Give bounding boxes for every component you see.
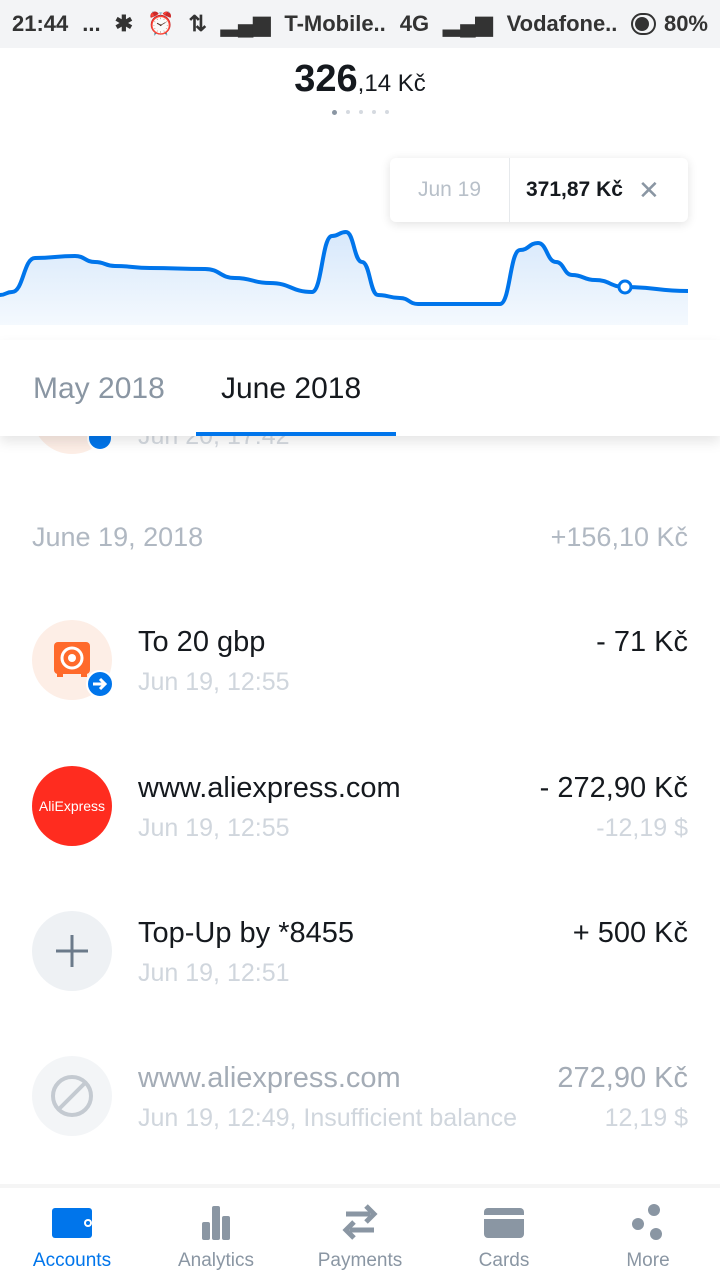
- transaction-subtitle: Jun 19, 12:49, Insufficient balance: [138, 1104, 517, 1132]
- safe-icon: [32, 620, 114, 700]
- transaction-amount-secondary: 12,19 $: [604, 1104, 688, 1132]
- nav-payments[interactable]: Payments: [288, 1188, 432, 1280]
- nav-accounts[interactable]: Accounts: [0, 1188, 144, 1280]
- active-tab-indicator: [196, 432, 396, 436]
- aliexpress-logo: AliExpress: [32, 766, 112, 846]
- carrier-2: Vodafone..: [506, 11, 618, 36]
- transaction-title: Top-Up by *8455: [138, 917, 355, 949]
- transaction-row[interactable]: AliExpress www.aliexpress.com Jun 19, 12…: [0, 766, 720, 876]
- battery-level: 80%: [663, 11, 708, 36]
- carrier-1: T-Mobile..: [284, 11, 386, 36]
- page-dot[interactable]: [358, 110, 363, 114]
- plus-icon: [32, 911, 112, 991]
- bluetooth-icon: ✱: [114, 11, 134, 36]
- transaction-amount: - 71 Kč: [596, 626, 688, 658]
- page-dot[interactable]: [331, 110, 337, 115]
- nav-analytics[interactable]: Analytics: [144, 1188, 288, 1280]
- chart-tooltip: Jun 19 371,87 Kč ✕: [390, 158, 688, 222]
- nav-label: Analytics: [177, 1250, 255, 1271]
- chart-selected-point: [617, 279, 633, 295]
- transaction-row[interactable]: To 20 gbp Jun 19, 12:55 - 71 Kč: [0, 620, 720, 730]
- nav-label: Payments: [317, 1250, 403, 1271]
- account-balance: 326,14 Kč: [0, 58, 720, 101]
- transaction-row[interactable]: Top-Up by *8455 Jun 19, 12:51 + 500 Kč: [0, 911, 720, 1021]
- page-dot[interactable]: [384, 110, 389, 114]
- transaction-title: www.aliexpress.com: [138, 1062, 401, 1094]
- signal-icon: ▂▄▆: [220, 11, 271, 36]
- account-pager[interactable]: [0, 110, 720, 115]
- card-icon: [484, 1208, 524, 1238]
- transfer-arrows-icon: [342, 1204, 378, 1240]
- tooltip-date: Jun 19: [390, 158, 510, 222]
- nav-more[interactable]: More: [576, 1188, 720, 1280]
- transaction-amount: - 272,90 Kč: [539, 772, 688, 804]
- tab-may-2018[interactable]: May 2018: [33, 372, 165, 406]
- bar-chart-icon: [202, 1206, 230, 1240]
- bottom-nav: Accounts Analytics Payments Cards More: [0, 1184, 720, 1280]
- transaction-amount-secondary: -12,19 $: [596, 814, 688, 842]
- data-transfer-icon: ⇅: [188, 11, 207, 36]
- battery-icon: [631, 13, 656, 35]
- day-header: June 19, 2018 +156,10 Kč: [32, 522, 688, 553]
- close-icon[interactable]: ✕: [638, 175, 688, 206]
- balance-fraction: ,14 Kč: [357, 70, 426, 97]
- transaction-amount: 272,90 Kč: [557, 1062, 688, 1094]
- alarm-icon: ⏰: [147, 11, 175, 36]
- page-dot[interactable]: [371, 110, 376, 114]
- nav-cards[interactable]: Cards: [432, 1188, 576, 1280]
- transaction-title: www.aliexpress.com: [138, 772, 401, 804]
- clock: 21:44: [12, 11, 69, 36]
- transaction-subtitle: Jun 19, 12:55: [138, 668, 290, 696]
- transaction-amount: + 500 Kč: [572, 917, 688, 949]
- transaction-subtitle: Jun 19, 12:55: [138, 814, 290, 842]
- wallet-icon: [52, 1208, 92, 1238]
- day-date: June 19, 2018: [32, 522, 204, 552]
- tooltip-value: 371,87 Kč: [526, 178, 623, 201]
- logo-text: AliExpress: [38, 798, 106, 814]
- page-dot[interactable]: [345, 110, 350, 114]
- signal-icon-2: ▂▄▆: [443, 11, 493, 36]
- transaction-subtitle: Jun 19, 12:51: [138, 959, 290, 987]
- nav-label: Cards: [478, 1250, 530, 1271]
- status-bar: 21:44 ... ✱ ⏰ ⇅ ▂▄▆ T-Mobile.. 4G ▂▄▆ Vo…: [0, 0, 720, 48]
- nav-label: Accounts: [32, 1250, 112, 1271]
- more-dots-icon: [632, 1204, 662, 1240]
- transaction-row[interactable]: www.aliexpress.com Jun 19, 12:49, Insuff…: [0, 1056, 720, 1166]
- transaction-title: To 20 gbp: [138, 626, 266, 658]
- notification-dots: ...: [82, 11, 101, 36]
- month-tabs: May 2018 June 2018: [0, 340, 720, 436]
- balance-integer: 326: [294, 58, 358, 100]
- declined-icon: [32, 1056, 112, 1136]
- transfer-badge-icon: [86, 670, 114, 698]
- tab-june-2018[interactable]: June 2018: [221, 372, 361, 406]
- network-type: 4G: [399, 11, 430, 36]
- nav-label: More: [626, 1250, 670, 1271]
- day-total: +156,10 Kč: [550, 522, 688, 552]
